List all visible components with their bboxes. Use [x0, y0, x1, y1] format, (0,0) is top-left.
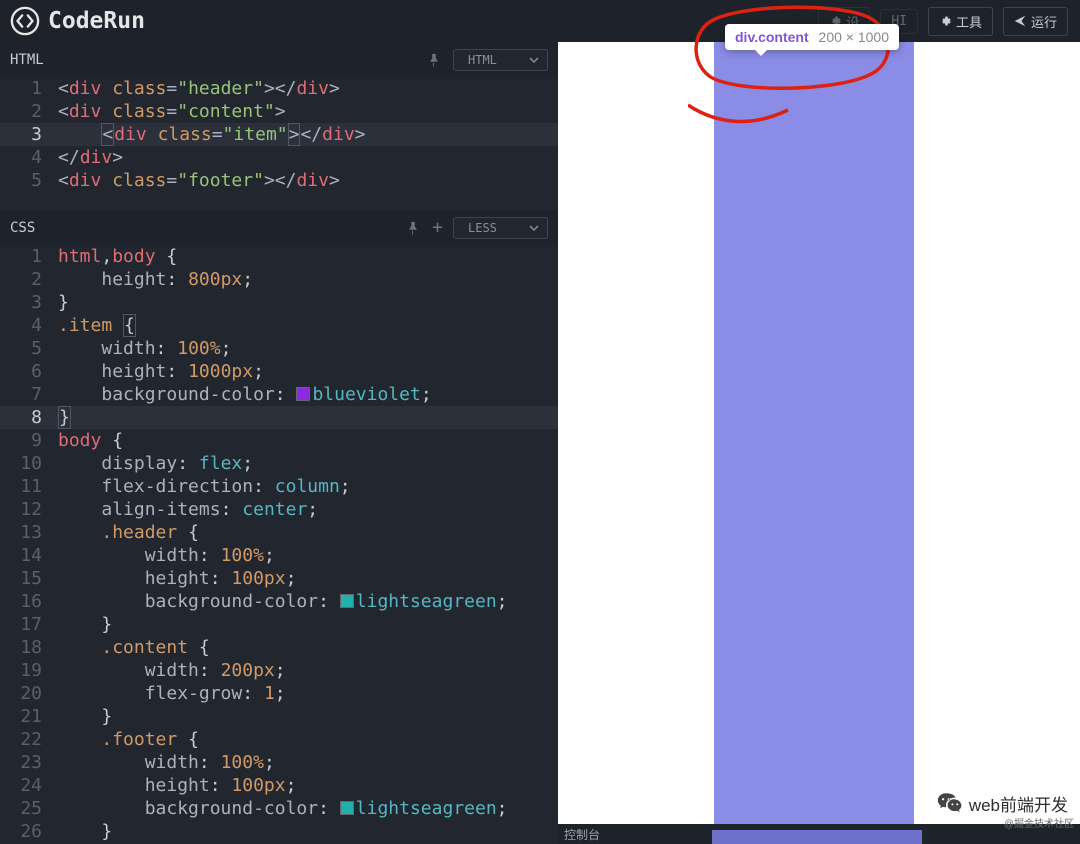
preview-content-item[interactable] [714, 42, 914, 832]
console-label[interactable]: 控制台 [564, 826, 600, 843]
editors-column: HTML HTML 1<div class="header"></div> 2<… [0, 42, 558, 844]
code-line: <div class="item"></div> [58, 123, 558, 146]
wechat-icon [937, 790, 963, 816]
topbar: CodeRun 设 HI 工具 运行 [0, 0, 1080, 42]
code-line: <div class="content"> [58, 100, 558, 123]
tools-button[interactable]: 工具 [928, 7, 993, 36]
css-lang-select[interactable]: LESS [453, 217, 548, 239]
code-line: <div class="footer"></div> [58, 169, 558, 192]
color-swatch [296, 387, 310, 401]
code-line: </div> [58, 146, 558, 169]
code-line: html,body { [58, 245, 558, 268]
color-swatch [340, 801, 354, 815]
run-button[interactable]: 运行 [1003, 7, 1068, 36]
chevron-down-icon [529, 223, 539, 233]
css-editor[interactable]: 1html,body { 2 height: 800px; 3} 4.item … [0, 245, 558, 844]
pushpin-icon[interactable] [404, 219, 422, 237]
element-tooltip: div.content 200 × 1000 [725, 24, 899, 50]
pushpin-icon[interactable] [425, 51, 443, 69]
html-lang-select[interactable]: HTML [453, 49, 548, 71]
app-logo: CodeRun [10, 6, 145, 36]
send-icon [1014, 15, 1026, 27]
tooltip-selector: div.content [735, 29, 809, 45]
css-panel-title: CSS [10, 220, 35, 236]
html-editor[interactable]: 1<div class="header"></div> 2<div class=… [0, 77, 558, 210]
app-name: CodeRun [48, 8, 145, 34]
preview-footer: 控制台 [558, 824, 1080, 844]
gear-icon [939, 15, 951, 27]
tooltip-dimensions: 200 × 1000 [819, 29, 889, 45]
css-panel-header: CSS + LESS [0, 210, 558, 245]
html-panel-header: HTML HTML [0, 42, 558, 77]
html-panel-title: HTML [10, 52, 44, 68]
wechat-overlay: web前端开发 [937, 790, 1068, 816]
color-swatch [340, 594, 354, 608]
code-line: <div class="header"></div> [58, 77, 558, 100]
horizontal-scrollbar[interactable] [712, 830, 922, 844]
chevron-down-icon [529, 55, 539, 65]
preview-pane: 控制台 web前端开发 @掘金技术社区 [558, 42, 1080, 844]
credit-text: @掘金技术社区 [1004, 815, 1074, 830]
add-icon[interactable]: + [432, 217, 443, 238]
